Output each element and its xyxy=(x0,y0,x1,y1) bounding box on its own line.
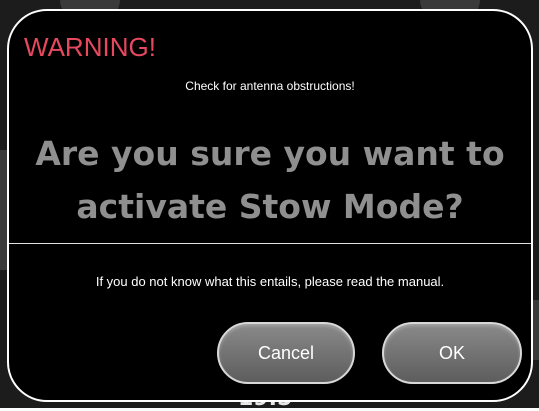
warning-title: WARNING! xyxy=(24,32,156,62)
cancel-button[interactable]: Cancel xyxy=(217,322,355,384)
divider xyxy=(9,243,531,244)
obstruction-notice: Check for antenna obstructions! xyxy=(185,79,355,93)
confirm-question-line-2: activate Stow Mode? xyxy=(76,187,464,226)
confirm-question-line-1: Are you sure you want to xyxy=(35,134,505,173)
ok-button[interactable]: OK xyxy=(382,322,522,384)
confirm-question: Are you sure you want to activate Stow M… xyxy=(9,127,531,233)
manual-info-text: If you do not know what this entails, pl… xyxy=(95,274,445,289)
stow-mode-confirm-dialog: WARNING! Check for antenna obstructions!… xyxy=(7,9,533,402)
